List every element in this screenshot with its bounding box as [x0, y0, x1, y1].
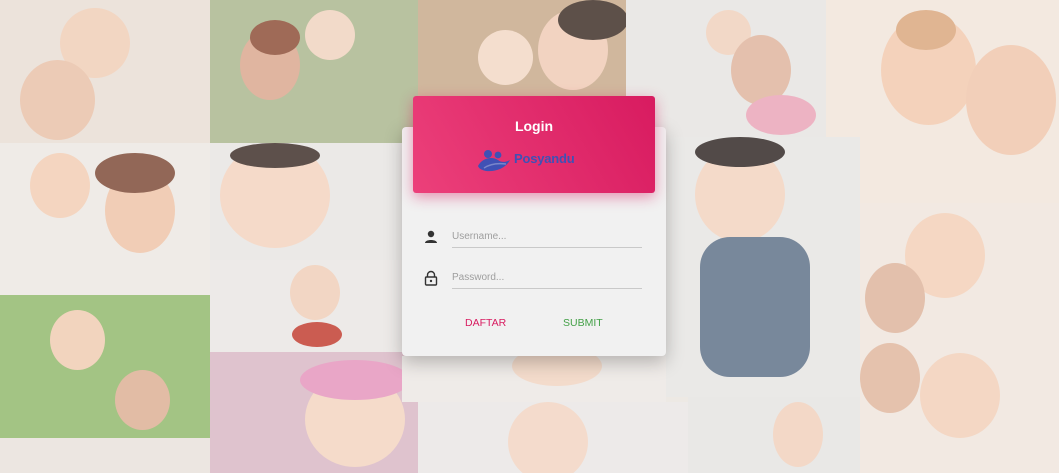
username-field — [423, 225, 643, 249]
login-header: Login — [413, 96, 655, 193]
login-title: Login — [514, 118, 554, 134]
daftar-button[interactable]: DAFTAR — [459, 312, 512, 334]
logo-text: Posyandu — [514, 151, 575, 166]
lock-icon — [424, 270, 438, 286]
submit-button[interactable]: SUBMIT — [557, 312, 609, 334]
person-icon — [425, 230, 437, 243]
password-field — [423, 266, 643, 290]
password-input[interactable] — [452, 266, 642, 289]
family-logo-icon — [478, 150, 510, 172]
posyandu-logo: Posyandu — [476, 146, 596, 176]
username-input[interactable] — [452, 225, 642, 248]
